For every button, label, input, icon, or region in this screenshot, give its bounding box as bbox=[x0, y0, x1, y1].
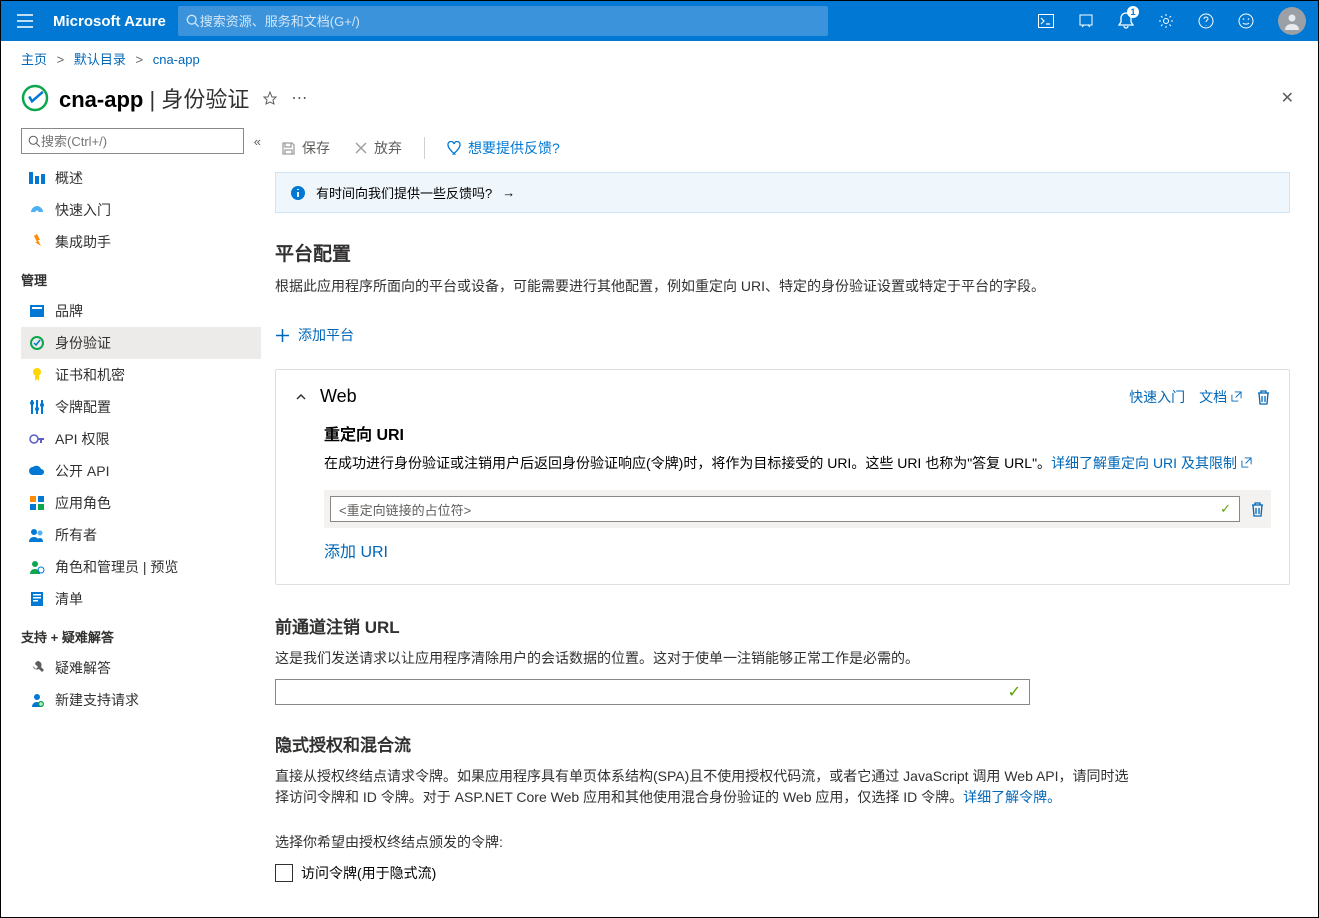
feedback-icon[interactable] bbox=[1226, 1, 1266, 41]
redirect-learn-more-link[interactable]: 详细了解重定向 URI 及其限制 bbox=[1051, 455, 1252, 471]
plus-icon bbox=[275, 328, 290, 343]
nav-expose-api[interactable]: 公开 API bbox=[21, 455, 261, 487]
web-platform-card: Web 快速入门 文档 重定向 URI 在成功进行身份验证或注销用户后返回身份验… bbox=[275, 369, 1290, 585]
discard-button[interactable]: 放弃 bbox=[346, 134, 410, 162]
nav-brand[interactable]: 品牌 bbox=[21, 295, 261, 327]
save-button[interactable]: 保存 bbox=[273, 134, 338, 162]
collapse-sidebar-icon[interactable]: « bbox=[254, 134, 261, 149]
user-avatar[interactable] bbox=[1278, 7, 1306, 35]
breadcrumb-dir[interactable]: 默认目录 bbox=[74, 52, 126, 67]
page-title: cna-app | 身份验证 bbox=[59, 82, 249, 114]
redirect-uri-title: 重定向 URI bbox=[324, 421, 1271, 445]
nav-roles-admins[interactable]: 角色和管理员 | 预览 bbox=[21, 551, 261, 583]
redirect-uri-desc: 在成功进行身份验证或注销用户后返回身份验证响应(令牌)时，将作为目标接受的 UR… bbox=[324, 453, 1271, 474]
add-uri-link[interactable]: 添加 URI bbox=[324, 544, 388, 561]
add-platform-button[interactable]: 添加平台 bbox=[275, 325, 354, 345]
web-docs-link[interactable]: 文档 bbox=[1199, 387, 1242, 407]
web-quickstart-link[interactable]: 快速入门 bbox=[1129, 387, 1185, 407]
platform-config-desc: 根据此应用程序所面向的平台或设备，可能需要进行其他配置，例如重定向 URI、特定… bbox=[275, 276, 1290, 297]
nav-troubleshoot[interactable]: 疑难解答 bbox=[21, 652, 261, 684]
select-tokens-label: 选择你希望由授权终结点颁发的令牌: bbox=[275, 832, 1290, 853]
breadcrumb-home[interactable]: 主页 bbox=[21, 52, 47, 67]
nav-api-permissions[interactable]: API 权限 bbox=[21, 423, 261, 455]
check-icon: ✓ bbox=[1220, 501, 1231, 517]
implicit-grant-title: 隐式授权和混合流 bbox=[275, 731, 1290, 756]
app-reg-icon bbox=[21, 84, 49, 112]
delete-web-icon[interactable] bbox=[1256, 389, 1271, 405]
nav-section-manage: 管理 bbox=[21, 258, 261, 295]
global-search-input[interactable] bbox=[200, 14, 820, 29]
nav-token-config[interactable]: 令牌配置 bbox=[21, 391, 261, 423]
access-token-checkbox[interactable] bbox=[275, 864, 293, 882]
check-icon: ✓ bbox=[1008, 682, 1021, 702]
close-icon[interactable]: ✕ bbox=[1277, 84, 1298, 112]
hamburger-menu[interactable] bbox=[1, 1, 49, 41]
notifications-icon[interactable]: 1 bbox=[1106, 1, 1146, 41]
nav-authentication[interactable]: 身份验证 bbox=[21, 327, 261, 359]
help-icon[interactable] bbox=[1186, 1, 1226, 41]
cloud-shell-icon[interactable] bbox=[1026, 1, 1066, 41]
more-icon[interactable]: ⋯ bbox=[291, 88, 307, 108]
logout-url-input[interactable]: ✓ bbox=[275, 679, 1030, 705]
logout-url-title: 前通道注销 URL bbox=[275, 613, 1290, 638]
nav-app-roles[interactable]: 应用角色 bbox=[21, 487, 261, 519]
nav-new-support[interactable]: 新建支持请求 bbox=[21, 684, 261, 716]
nav-integration[interactable]: 集成助手 bbox=[21, 226, 261, 258]
platform-config-title: 平台配置 bbox=[275, 239, 1290, 266]
sidebar-search[interactable] bbox=[21, 128, 244, 154]
feedback-banner: 有时间向我们提供一些反馈吗? → bbox=[275, 172, 1290, 213]
access-token-label: 访问令牌(用于隐式流) bbox=[301, 863, 436, 883]
global-search[interactable] bbox=[178, 6, 828, 36]
pin-icon[interactable] bbox=[263, 91, 277, 105]
brand-label: Microsoft Azure bbox=[49, 13, 178, 30]
nav-certificates[interactable]: 证书和机密 bbox=[21, 359, 261, 391]
directories-icon[interactable] bbox=[1066, 1, 1106, 41]
implicit-grant-desc: 直接从授权终结点请求令牌。如果应用程序具有单页体系结构(SPA)且不使用授权代码… bbox=[275, 766, 1135, 808]
banner-arrow-icon[interactable]: → bbox=[502, 185, 515, 200]
info-icon bbox=[290, 185, 306, 201]
tokens-learn-more-link[interactable]: 详细了解令牌。 bbox=[963, 789, 1061, 805]
breadcrumb: 主页 > 默认目录 > cna-app bbox=[1, 41, 1318, 76]
feedback-button[interactable]: 想要提供反馈? bbox=[439, 134, 568, 162]
search-icon bbox=[28, 135, 41, 148]
nav-manifest[interactable]: 清单 bbox=[21, 583, 261, 615]
breadcrumb-app[interactable]: cna-app bbox=[153, 52, 200, 67]
nav-quickstart[interactable]: 快速入门 bbox=[21, 194, 261, 226]
settings-icon[interactable] bbox=[1146, 1, 1186, 41]
logout-url-desc: 这是我们发送请求以让应用程序清除用户的会话数据的位置。这对于使单一注销能够正常工… bbox=[275, 648, 1290, 669]
web-title: Web bbox=[320, 386, 357, 407]
nav-section-support: 支持 + 疑难解答 bbox=[21, 615, 261, 652]
collapse-web-icon[interactable] bbox=[294, 390, 308, 404]
notification-badge: 1 bbox=[1127, 6, 1139, 18]
search-icon bbox=[186, 14, 200, 28]
nav-overview[interactable]: 概述 bbox=[21, 162, 261, 194]
sidebar-search-input[interactable] bbox=[41, 134, 237, 149]
redirect-uri-input[interactable]: <重定向链接的占位符> ✓ bbox=[330, 496, 1240, 522]
delete-uri-icon[interactable] bbox=[1250, 501, 1265, 517]
nav-owners[interactable]: 所有者 bbox=[21, 519, 261, 551]
